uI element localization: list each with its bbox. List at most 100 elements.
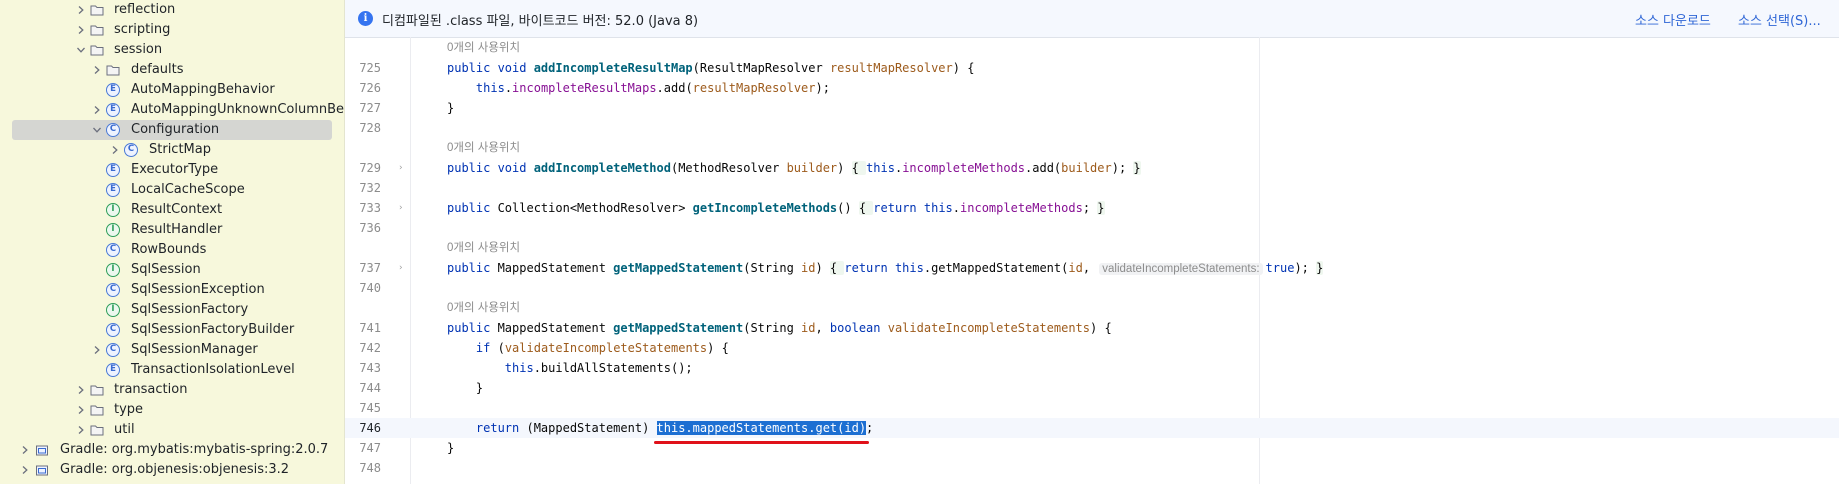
code-token: ); [1294,261,1317,275]
usages-hint-label[interactable]: 0개의 사용위치 [447,138,520,158]
tree-item-strictmap[interactable]: C StrictMap [0,140,344,160]
tree-item-executortype[interactable]: E ExecutorType [0,160,344,180]
tree-item-label: Gradle: org.mybatis:mybatis-spring:2.0.7 [60,442,329,457]
usages-hint[interactable]: 0개의 사용위치 [345,138,1839,158]
code-token: addIncompleteMethod [533,161,671,175]
line-number: 747 [359,441,381,455]
tree-item-localcachescope[interactable]: E LocalCacheScope [0,180,344,200]
usages-hint-label[interactable]: 0개의 사용위치 [447,38,520,58]
chevron-right-icon[interactable] [75,400,87,420]
tree-item-transaction[interactable]: transaction [0,380,344,400]
usages-hint[interactable]: 0개의 사용위치 [345,238,1839,258]
tree-item-reflection[interactable]: reflection [0,0,344,20]
choose-sources-link[interactable]: 소스 선택(S)... [1738,10,1821,29]
tree-item-rowbounds[interactable]: C RowBounds [0,240,344,260]
code-token: validateIncompleteStatements [887,321,1091,335]
chevron-right-icon[interactable] [19,440,31,460]
code-line[interactable]: 746 return (MappedStatement) this.mapped… [345,418,1839,438]
download-sources-link[interactable]: 소스 다운로드 [1635,10,1711,29]
chevron-right-icon[interactable] [75,0,87,20]
tree-item-session[interactable]: session [0,40,344,60]
code-line[interactable]: 729 › public void addIncompleteMethod(Meth… [345,158,1839,178]
code-editor[interactable]: i 디컴파일된 .class 파일, 바이트코드 버전: 52.0 (Java … [345,0,1839,484]
tree-item-defaults[interactable]: defaults [0,60,344,80]
code-text: if (validateIncompleteStatements) { [447,338,729,358]
tree-item-label: ExecutorType [131,162,219,177]
code-line[interactable]: 741 public MappedStatement getMappedState… [345,318,1839,338]
selected-expression: this.mappedStatements.get(id) [656,421,867,435]
usages-hint-label[interactable]: 0개의 사용위치 [447,298,520,318]
tree-item-transactionisolationlevel[interactable]: E TransactionIsolationLevel [0,360,344,380]
fold-marker-icon[interactable]: › [398,198,403,218]
chevron-down-icon[interactable] [91,120,103,140]
tree-item-resultcontext[interactable]: I ResultContext [0,200,344,220]
library-icon [35,463,49,477]
tree-item-sqlsessionfactory[interactable]: I SqlSessionFactory [0,300,344,320]
chevron-right-icon[interactable] [75,20,87,40]
tree-item-scripting[interactable]: scripting [0,20,344,40]
chevron-right-icon[interactable] [19,460,31,480]
project-tree[interactable]: reflection scripting session defaults E AutoM… [0,0,345,484]
tree-item-automappingbehavior[interactable]: E AutoMappingBehavior [0,80,344,100]
code-token: ); [815,81,830,95]
code-token: (MappedStatement) [526,421,657,435]
chevron-right-icon[interactable] [75,380,87,400]
tree-item-sqlsessionexception[interactable]: C SqlSessionException [0,280,344,300]
tree-item-label: defaults [131,62,184,77]
code-token: ( [497,341,505,355]
code-line[interactable]: 745 [345,398,1839,418]
fold-marker-icon[interactable]: › [398,258,403,278]
tree-item-configuration[interactable]: C Configuration [0,120,344,140]
code-token: } [1316,261,1324,275]
code-line[interactable]: 728 [345,118,1839,138]
code-line[interactable]: 748 [345,458,1839,478]
tree-item-label: SqlSessionFactoryBuilder [131,322,295,337]
code-line[interactable]: 726 this.incompleteResultMaps.add(result… [345,78,1839,98]
code-line[interactable]: 743 this.buildAllStatements(); [345,358,1839,378]
chevron-right-icon[interactable] [91,100,103,120]
code-line[interactable]: 737 › public MappedStatement getMappedStat… [345,258,1839,278]
tree-item-label: TransactionIsolationLevel [131,362,295,377]
tree-item-sqlsessionfactorybuilder[interactable]: C SqlSessionFactoryBuilder [0,320,344,340]
code-line[interactable]: 742 if (validateIncompleteStatements) { [345,338,1839,358]
code-text: public void addIncompleteMethod(MethodRe… [447,158,1141,178]
tree-item-gradle-org-objenesis-objenesis-3-2[interactable]: Gradle: org.objenesis:objenesis:3.2 [0,460,344,480]
tree-item-automappingunknowncolumnbehavior[interactable]: E AutoMappingUnknownColumnBehavior [0,100,344,120]
tree-item-sqlsessionmanager[interactable]: C SqlSessionManager [0,340,344,360]
line-number: 733 [359,201,381,215]
tree-item-resulthandler[interactable]: I ResultHandler [0,220,344,240]
fold-marker-icon[interactable]: › [398,158,403,178]
tree-item-util[interactable]: util [0,420,344,440]
code-line[interactable]: 733 › public Collection<MethodResolver> ge… [345,198,1839,218]
chevron-down-icon[interactable] [75,40,87,60]
decompiled-banner: i 디컴파일된 .class 파일, 바이트코드 버전: 52.0 (Java … [345,0,1839,38]
tree-item-gradle-org-mybatis-mybatis-spring-2-0-7[interactable]: Gradle: org.mybatis:mybatis-spring:2.0.7 [0,440,344,460]
chevron-right-icon[interactable] [75,420,87,440]
code-token: (MethodResolver [670,161,787,175]
line-number: 729 [359,161,381,175]
tree-item-type[interactable]: type [0,400,344,420]
code-token: getIncompleteMethods [692,201,838,215]
code-line[interactable]: 740 [345,278,1839,298]
code-line[interactable]: 727} [345,98,1839,118]
usages-hint[interactable]: 0개의 사용위치 [345,298,1839,318]
code-token: ; [866,421,874,435]
code-token: true [1265,261,1295,275]
usages-hint-label[interactable]: 0개의 사용위치 [447,238,520,258]
chevron-right-icon[interactable] [91,340,103,360]
code-line[interactable]: 747} [345,438,1839,458]
line-number: 740 [359,281,381,295]
line-number: 744 [359,381,381,395]
tree-item-sqlsession[interactable]: I SqlSession [0,260,344,280]
usages-hint[interactable]: 0개의 사용위치 [345,38,1839,58]
code-token: builder [786,161,838,175]
chevron-right-icon[interactable] [91,60,103,80]
chevron-right-icon[interactable] [109,140,121,160]
code-line[interactable]: 736 [345,218,1839,238]
parameter-name-hint: validateIncompleteStatements: [1099,263,1263,275]
code-line[interactable]: 744 } [345,378,1839,398]
code-line[interactable]: 732 [345,178,1839,198]
code-token: void [497,61,534,75]
code-line[interactable]: 725 public void addIncompleteResultMap(Re… [345,58,1839,78]
